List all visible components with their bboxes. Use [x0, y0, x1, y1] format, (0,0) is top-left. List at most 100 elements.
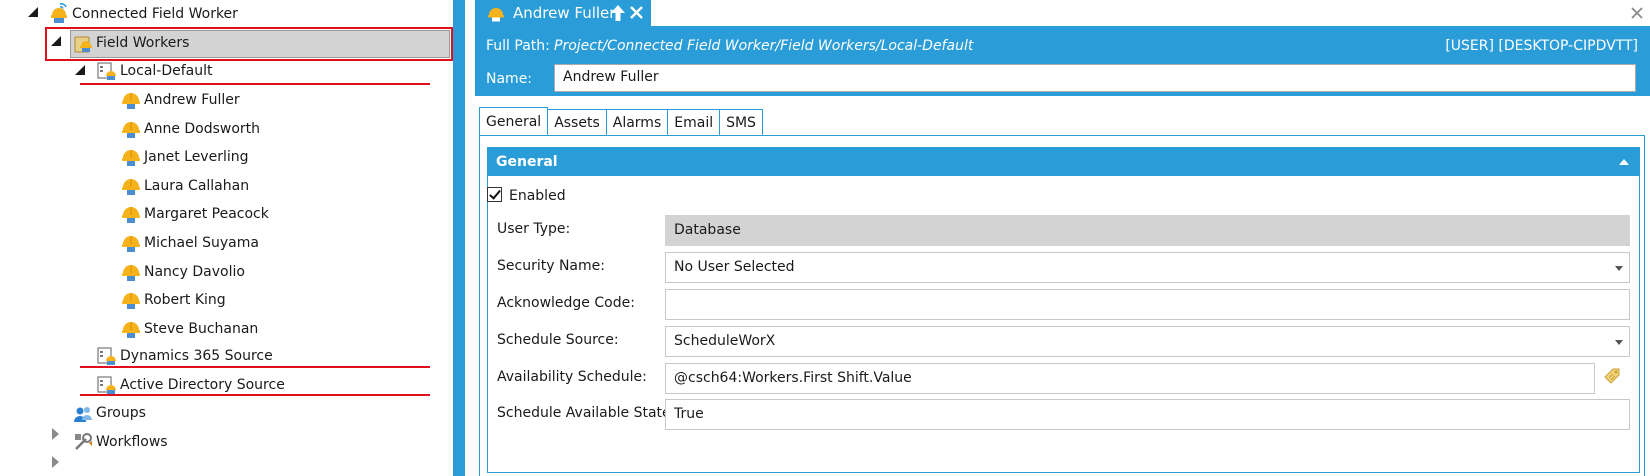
tree-node-label: Robert King	[144, 292, 226, 308]
tree-node-worker[interactable]: Andrew Fuller	[144, 87, 240, 113]
tree-node-label: Groups	[96, 405, 146, 421]
full-path-value: Project/Connected Field Worker/Field Wor…	[554, 38, 974, 54]
document-tab[interactable]: Andrew Fuller	[475, 0, 651, 26]
worker-helmet-icon	[122, 122, 140, 138]
tab-sms[interactable]: SMS	[719, 109, 763, 136]
availability-schedule-input[interactable]: @csch64:Workers.First Shift.Value	[665, 363, 1595, 394]
tree-node-worker[interactable]: Margaret Peacock	[144, 201, 269, 227]
tree-node-label: Steve Buchanan	[144, 321, 259, 337]
enabled-label: Enabled	[509, 188, 566, 204]
schedule-source-dropdown[interactable]: ScheduleWorX	[665, 326, 1630, 357]
chevron-down-icon[interactable]	[1615, 266, 1623, 271]
tree-node-label: Margaret Peacock	[144, 206, 269, 222]
security-name-label: Security Name:	[497, 258, 605, 274]
groups-icon	[74, 407, 92, 422]
source-icon	[97, 376, 116, 394]
acknowledge-code-input[interactable]	[665, 289, 1630, 320]
tree-node-label: Laura Callahan	[144, 178, 250, 194]
collapse-icon[interactable]	[1619, 159, 1629, 165]
chevron-down-icon[interactable]	[1615, 340, 1623, 345]
tree-node-local-default[interactable]: Local-Default	[120, 58, 213, 84]
user-type-label: User Type:	[497, 221, 571, 237]
worker-helmet-icon	[122, 179, 140, 195]
worker-helmet-icon	[122, 150, 140, 166]
tree-node-label: Active Directory Source	[120, 377, 285, 393]
tree-node-groups[interactable]: Groups	[96, 400, 146, 426]
name-input[interactable]: Andrew Fuller	[554, 64, 1636, 92]
worker-helmet-icon	[122, 93, 140, 109]
close-window-icon[interactable]	[1628, 4, 1646, 22]
document-tab-strip: Andrew Fuller	[475, 0, 1650, 26]
acknowledge-code-label: Acknowledge Code:	[497, 295, 635, 311]
worker-helmet-icon	[122, 293, 140, 309]
pin-up-arrow-icon[interactable]	[610, 4, 626, 22]
project-tree: Connected Field Worker Field Workers Loc…	[0, 0, 453, 476]
worker-helmet-icon	[488, 8, 504, 22]
tab-alarms[interactable]: Alarms	[605, 109, 669, 136]
tree-node-connected-field-worker[interactable]: Connected Field Worker	[72, 1, 238, 27]
schedule-source-value: ScheduleWorX	[674, 333, 776, 349]
close-tab-icon[interactable]	[629, 5, 644, 20]
tree-node-label: Local-Default	[120, 63, 213, 79]
pane-splitter[interactable]	[453, 0, 465, 476]
tree-node-worker[interactable]: Robert King	[144, 287, 226, 313]
field-workers-expand-icon[interactable]	[51, 36, 61, 46]
schedule-source-label: Schedule Source:	[497, 332, 619, 348]
user-info: [USER] [DESKTOP-CIPDVTT]	[1445, 38, 1638, 54]
tree-node-worker[interactable]: Janet Leverling	[144, 144, 249, 170]
worker-helmet-icon	[122, 207, 140, 223]
workflows-expand-icon[interactable]	[52, 456, 59, 468]
tree-node-field-workers[interactable]: Field Workers	[96, 30, 189, 56]
tree-node-worker[interactable]: Laura Callahan	[144, 173, 249, 199]
pane-gap	[465, 0, 475, 476]
folder-worker-icon	[74, 36, 92, 53]
tree-node-worker[interactable]: Steve Buchanan	[144, 316, 258, 342]
source-icon	[97, 347, 116, 365]
enabled-checkbox[interactable]	[487, 187, 502, 202]
document-tab-title: Andrew Fuller	[513, 4, 616, 22]
property-tabs: General Assets Alarms Email SMS	[479, 107, 763, 136]
tab-assets[interactable]: Assets	[547, 109, 607, 136]
tree-node-label: Connected Field Worker	[72, 6, 238, 22]
schedule-available-state-input[interactable]: True	[665, 399, 1630, 430]
local-default-expand-icon[interactable]	[75, 65, 85, 75]
tab-general[interactable]: General	[479, 107, 549, 136]
app-window: Connected Field Worker Field Workers Loc…	[0, 0, 1650, 476]
security-name-value: No User Selected	[674, 259, 795, 275]
tree-node-label: Janet Leverling	[144, 149, 249, 165]
full-path-label: Full Path:	[486, 38, 550, 54]
groups-expand-icon[interactable]	[52, 428, 59, 440]
tree-node-worker[interactable]: Anne Dodsworth	[144, 116, 260, 142]
tree-node-worker[interactable]: Michael Suyama	[144, 230, 259, 256]
highlight-underline	[80, 394, 430, 396]
user-type-value: Database	[674, 222, 741, 238]
tree-node-label: Nancy Davolio	[144, 264, 245, 280]
detail-panel: Andrew Fuller Full Path: Project/Connect…	[475, 0, 1650, 476]
user-type-field: Database	[665, 215, 1630, 246]
general-group-header[interactable]: General	[488, 148, 1639, 176]
tab-email[interactable]: Email	[667, 109, 721, 136]
tree-node-label: Workflows	[96, 434, 168, 450]
tree-node-label: Michael Suyama	[144, 235, 259, 251]
group-title: General	[496, 154, 558, 170]
worker-helmet-icon	[122, 265, 140, 281]
tree-node-label: Andrew Fuller	[144, 92, 240, 108]
worker-helmet-icon	[122, 322, 140, 338]
worker-helmet-icon	[122, 236, 140, 252]
tag-browse-icon[interactable]	[1602, 366, 1622, 386]
tree-node-label: Field Workers	[96, 35, 190, 51]
highlight-underline	[80, 83, 430, 85]
tree-node-workflows[interactable]: Workflows	[96, 429, 168, 455]
tree-node-worker[interactable]: Nancy Davolio	[144, 259, 245, 285]
security-name-dropdown[interactable]: No User Selected	[665, 252, 1630, 283]
source-icon	[97, 62, 116, 80]
schedule-available-state-label: Schedule Available State:	[497, 405, 676, 421]
tree-node-label: Dynamics 365 Source	[120, 348, 273, 364]
detail-header: Full Path: Project/Connected Field Worke…	[475, 26, 1650, 96]
workflows-icon	[75, 433, 92, 450]
availability-schedule-label: Availability Schedule:	[497, 369, 647, 385]
name-label: Name:	[486, 71, 533, 87]
tree-node-label: Anne Dodsworth	[144, 121, 261, 137]
root-expand-icon[interactable]	[28, 7, 38, 17]
connected-field-worker-icon	[51, 3, 67, 23]
